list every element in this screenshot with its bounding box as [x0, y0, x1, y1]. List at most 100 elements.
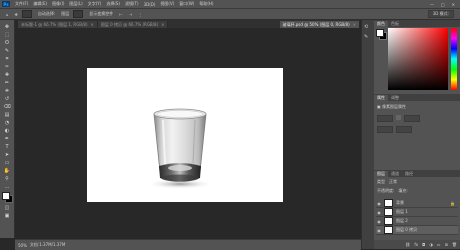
properties-title-text: 像素图层属性 — [382, 104, 407, 109]
maximize-icon[interactable]: □ — [441, 2, 445, 7]
tab-close-icon[interactable]: × — [161, 22, 164, 27]
fill-label: 填充: — [398, 188, 408, 193]
layer-kind-dropdown[interactable]: 类型 — [377, 179, 385, 185]
menu-window[interactable]: 窗口(W) — [179, 1, 194, 7]
width-field[interactable] — [377, 115, 393, 122]
add-mask-icon[interactable]: ◘ — [422, 242, 425, 247]
history-panel-icon[interactable]: ⟲ — [364, 24, 372, 31]
hue-slider[interactable] — [451, 28, 457, 90]
distribute-icon[interactable]: ⋮ — [138, 12, 142, 17]
menu-edit[interactable]: 编辑(E) — [33, 1, 47, 7]
new-layer-icon[interactable]: ⊞ — [445, 242, 448, 247]
move-tool-icon[interactable]: ✥ — [15, 12, 18, 17]
layer-row[interactable]: ◉ 图层 2 — [376, 217, 458, 226]
history-brush-tool-icon[interactable]: ↺ — [3, 95, 11, 102]
blend-mode-dropdown[interactable]: 正常 — [389, 179, 397, 185]
quick-select-tool-icon[interactable]: ✎ — [3, 47, 11, 54]
tools-panel: ✥ ⬚ ʘ ✎ ⌗ ✑ ✚ ✏ ⎈ ↺ ⌫ ▤ ◔ ◐ ✒ T ➤ ▭ ✋ ⚲ … — [0, 20, 15, 238]
pen-tool-icon[interactable]: ✒ — [3, 135, 11, 142]
menu-3d[interactable]: 3D(D) — [144, 2, 156, 7]
brush-tool-icon[interactable]: ✏ — [3, 79, 11, 86]
right-panels: 颜色 色板 属性 调整 ▣ 像素图层属性 图层 通道 路径 类型 正常 不透明度… — [374, 20, 460, 249]
properties-panel-tabs: 属性 调整 — [374, 94, 460, 101]
foreground-color-swatch[interactable] — [2, 192, 10, 200]
menu-image[interactable]: 图像(I) — [52, 1, 64, 7]
document-tab[interactable]: 未标题-1 @ 66.7% (图层 1, RGB/8) × — [18, 21, 98, 28]
delete-layer-icon[interactable]: 🗑 — [452, 242, 457, 247]
layer-thumbnail — [384, 199, 393, 207]
home-icon[interactable]: ⌂ — [6, 12, 9, 17]
zoom-tool-icon[interactable]: ⚲ — [3, 175, 11, 182]
layers-panel-tabs: 图层 通道 路径 — [374, 170, 460, 177]
document-tab[interactable]: 图层 0 拷贝 @ 66.7% (RGB/8) × — [97, 21, 169, 28]
quick-mask-icon[interactable]: ◫ — [3, 204, 11, 211]
tab-properties[interactable]: 属性 — [374, 95, 388, 101]
layer-row[interactable]: ◉ 图层 1 — [376, 208, 458, 217]
crop-tool-icon[interactable]: ⌗ — [3, 55, 11, 62]
lasso-tool-icon[interactable]: ʘ — [3, 39, 11, 46]
layer-row-selected[interactable]: ◉ 图层 0 拷贝 — [376, 226, 458, 235]
path-select-tool-icon[interactable]: ➤ — [3, 151, 11, 158]
marquee-tool-icon[interactable]: ⬚ — [3, 31, 11, 38]
tab-close-icon[interactable]: × — [353, 22, 356, 27]
visibility-eye-icon[interactable]: ◉ — [376, 209, 382, 215]
stamp-tool-icon[interactable]: ⎈ — [3, 87, 11, 94]
move-tool-icon[interactable]: ✥ — [3, 23, 11, 30]
color-panel-tabs: 颜色 色板 — [374, 20, 460, 27]
visibility-eye-icon[interactable]: ◉ — [376, 227, 382, 233]
link-icon[interactable] — [396, 115, 401, 120]
document-canvas[interactable] — [87, 68, 283, 202]
menu-filter[interactable]: 滤镜(T) — [125, 1, 139, 7]
layer-style-icon[interactable]: fx — [414, 242, 418, 247]
layer-row[interactable]: ◉ 背景 🔒 — [376, 199, 458, 208]
align-center-icon[interactable]: ⊣ — [129, 12, 132, 17]
height-field[interactable] — [404, 115, 420, 122]
auto-select-target-dropdown[interactable]: 图层 — [61, 11, 69, 17]
tab-close-icon[interactable]: × — [91, 22, 94, 27]
align-left-icon[interactable]: ⊢ — [119, 12, 122, 17]
show-transform-checkbox[interactable] — [73, 10, 84, 18]
menu-type[interactable]: 文字(Y) — [88, 1, 102, 7]
edit-toolbar-icon[interactable]: … — [3, 183, 11, 190]
link-layers-icon[interactable]: ⛓ — [405, 242, 410, 247]
tab-layers[interactable]: 图层 — [374, 171, 388, 177]
type-tool-icon[interactable]: T — [3, 143, 11, 150]
panel-icon-strip: ⟲ ✎ — [361, 20, 374, 249]
tab-channels[interactable]: 通道 — [388, 171, 402, 177]
visibility-eye-icon[interactable]: ◉ — [376, 218, 382, 224]
screen-mode-icon[interactable]: ▣ — [3, 212, 11, 219]
minimize-icon[interactable]: — — [430, 2, 434, 7]
dodge-tool-icon[interactable]: ◐ — [3, 127, 11, 134]
tab-paths[interactable]: 路径 — [402, 171, 416, 177]
menu-select[interactable]: 选择(S) — [106, 1, 120, 7]
blur-tool-icon[interactable]: ◔ — [3, 119, 11, 126]
y-field[interactable] — [396, 126, 412, 133]
auto-select-checkbox[interactable] — [21, 10, 32, 18]
tab-adjustments[interactable]: 调整 — [388, 95, 402, 101]
hand-tool-icon[interactable]: ✋ — [3, 167, 11, 174]
menu-view[interactable]: 视图(V) — [160, 1, 174, 7]
brush-panel-icon[interactable]: ✎ — [364, 34, 372, 41]
eyedropper-tool-icon[interactable]: ✑ — [3, 63, 11, 70]
tab-swatches[interactable]: 色板 — [388, 21, 402, 27]
show-transform-label: 显示变换控件 — [89, 11, 114, 16]
foreground-color-swatch[interactable] — [376, 29, 384, 37]
document-tab-active[interactable]: 玻璃杯.psd @ 50% (图层 0, RGB/8) × — [279, 21, 360, 28]
layer-name: 图层 1 — [396, 209, 408, 214]
new-adjustment-icon[interactable]: ◑ — [429, 242, 433, 247]
x-field[interactable] — [377, 126, 393, 133]
close-icon[interactable]: ✕ — [452, 2, 455, 7]
tab-color[interactable]: 颜色 — [374, 21, 388, 27]
new-group-icon[interactable]: ▭ — [437, 242, 441, 247]
color-picker-field[interactable] — [388, 28, 448, 90]
zoom-level[interactable]: 50% — [18, 243, 27, 248]
healing-tool-icon[interactable]: ✚ — [3, 71, 11, 78]
eraser-tool-icon[interactable]: ⌫ — [3, 103, 11, 110]
status-bar: 50% 文档:1.37M/1.37M — [15, 239, 361, 250]
menu-help[interactable]: 帮助(H) — [199, 1, 213, 7]
menu-layer[interactable]: 图层(L) — [69, 1, 82, 7]
shape-tool-icon[interactable]: ▭ — [3, 159, 11, 166]
visibility-eye-icon[interactable]: ◉ — [376, 200, 382, 206]
gradient-tool-icon[interactable]: ▤ — [3, 111, 11, 118]
menu-file[interactable]: 文件(F) — [15, 1, 28, 7]
